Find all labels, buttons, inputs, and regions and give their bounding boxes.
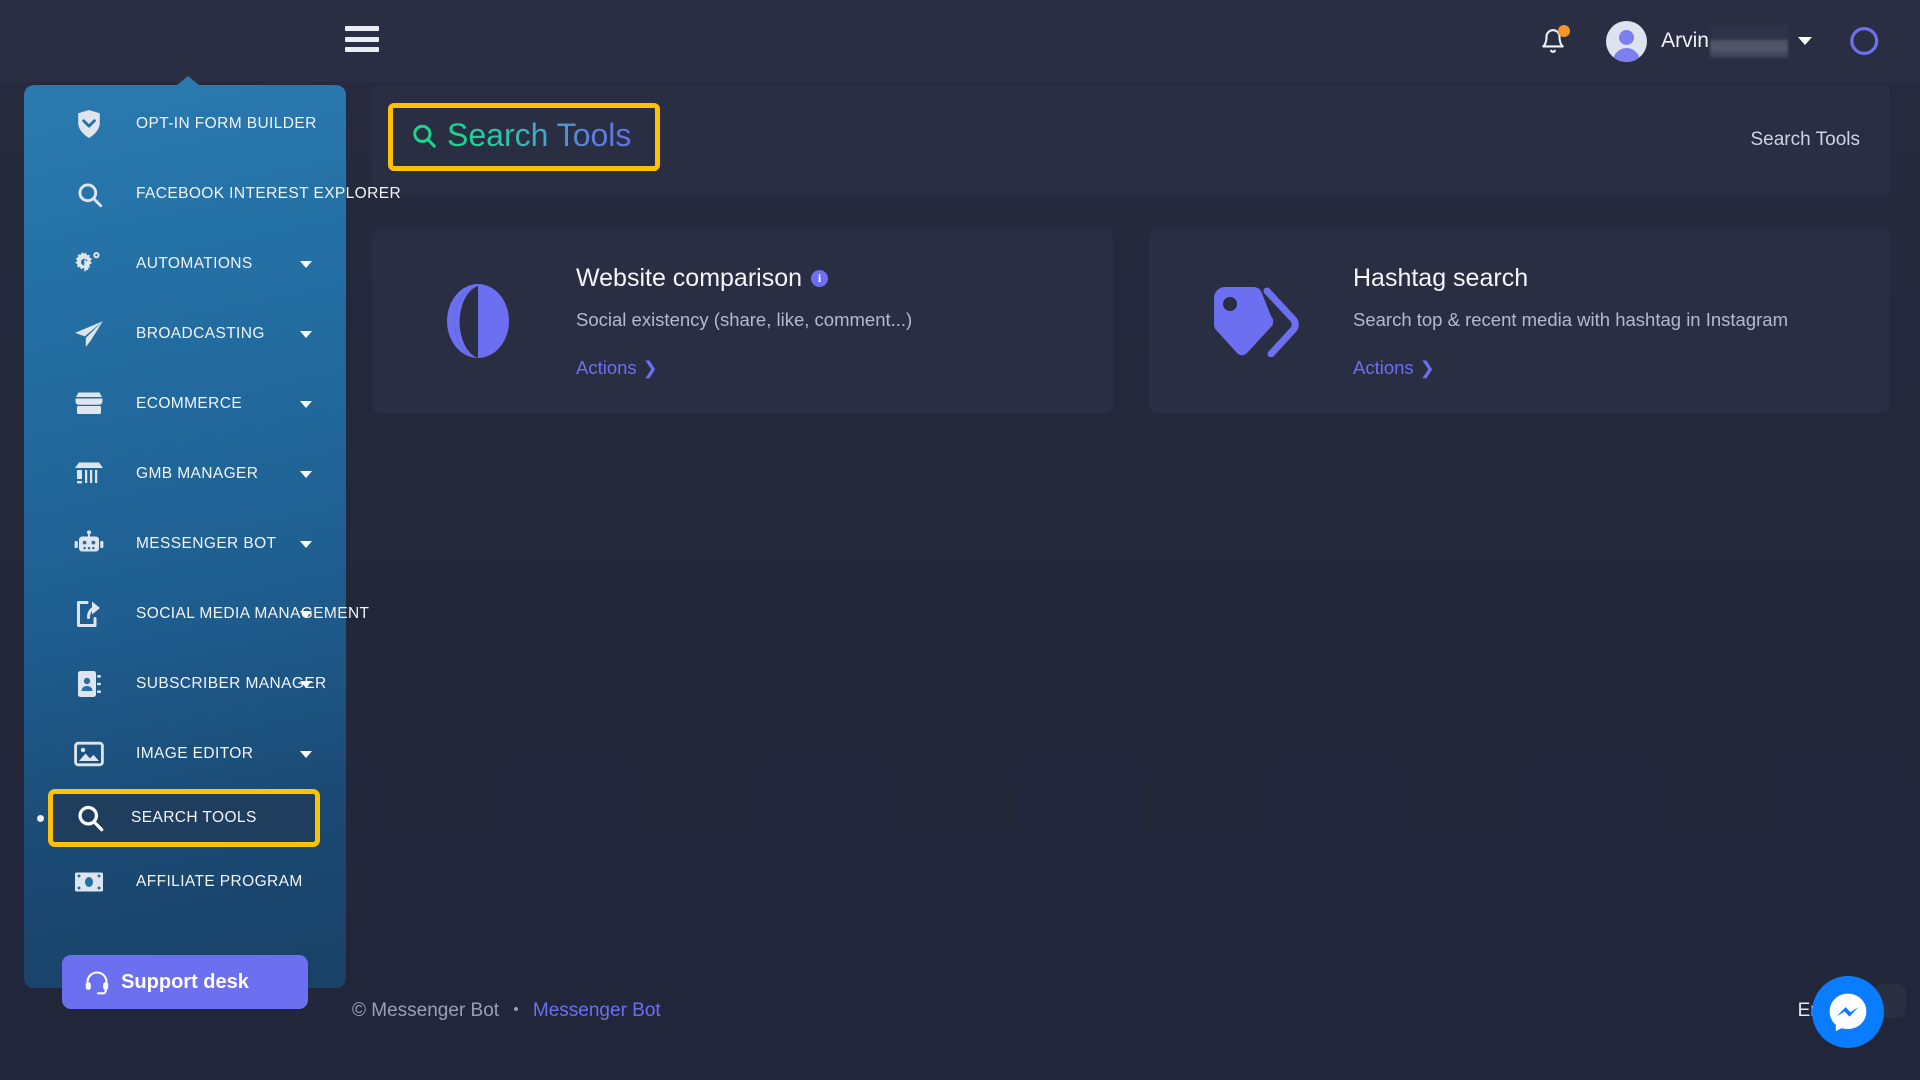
notification-dot <box>1558 25 1571 37</box>
card-actions-link[interactable]: Actions ❯ <box>1353 357 1435 379</box>
breadcrumb: Search Tools <box>1750 129 1861 150</box>
sidebar-item-label: AFFILIATE PROGRAM <box>136 873 303 890</box>
avatar[interactable] <box>1606 20 1648 62</box>
card-body: Hashtag search Search top & recent media… <box>1353 264 1788 379</box>
support-desk-button[interactable]: Support desk <box>62 955 308 1009</box>
footer-separator: • <box>513 1001 519 1018</box>
search-icon <box>411 123 437 149</box>
copyright-text: © Messenger Bot <box>352 1000 500 1021</box>
tool-card-website-comparison[interactable]: Website comparison i Social existency (s… <box>372 229 1113 413</box>
messenger-chat-button[interactable] <box>1812 976 1884 1048</box>
card-title-row: Website comparison i <box>576 264 912 293</box>
sidebar: OPT-IN FORM BUILDER FACEBOOK INTEREST EX… <box>24 76 401 1009</box>
active-indicator-dot <box>37 815 44 822</box>
sidebar-item-label: IMAGE EDITOR <box>136 745 254 762</box>
shop-icon <box>72 457 106 491</box>
sidebar-item-label: SEARCH TOOLS <box>131 809 257 826</box>
headset-icon <box>84 969 110 995</box>
sidebar-item-label: ECOMMERCE <box>136 395 243 412</box>
tool-card-list: Website comparison i Social existency (s… <box>372 229 1890 413</box>
sidebar-item-label: OPT-IN FORM BUILDER <box>136 115 317 132</box>
card-title: Website comparison <box>576 263 803 292</box>
sidebar-item-ecommerce[interactable]: ECOMMERCE <box>24 369 346 439</box>
page-header: Search Tools Search Tools <box>372 85 1890 195</box>
sidebar-item-search-tools[interactable]: SEARCH TOOLS <box>37 789 320 847</box>
chevron-down-icon[interactable] <box>300 261 312 268</box>
card-title: Hashtag search <box>1353 263 1529 292</box>
sidebar-item-social-media-management[interactable]: SOCIAL MEDIA MANAGEMENT <box>24 579 369 649</box>
money-bill-icon <box>72 865 106 899</box>
sidebar-item-label: FACEBOOK INTEREST EXPLORER <box>136 185 402 202</box>
gears-icon <box>72 247 106 281</box>
sidebar-item-label: MESSENGER BOT <box>136 535 277 552</box>
chevron-down-icon[interactable] <box>300 401 312 408</box>
chevron-down-icon[interactable] <box>300 611 312 618</box>
sidebar-item-automations[interactable]: AUTOMATIONS <box>24 229 346 299</box>
image-icon <box>72 737 106 771</box>
sidebar-item-affiliate-program[interactable]: AFFILIATE PROGRAM <box>24 847 346 917</box>
search-icon <box>72 177 106 211</box>
top-bar-right: Arvin <box>1530 0 1890 82</box>
sidebar-item-label: BROADCASTING <box>136 325 265 342</box>
support-desk-label: Support desk <box>121 970 249 993</box>
share-square-icon <box>72 597 106 631</box>
redacted-user-detail <box>1710 24 1788 58</box>
chevron-down-icon[interactable] <box>300 541 312 548</box>
paper-plane-icon <box>72 317 106 351</box>
sidebar-item-label: SOCIAL MEDIA MANAGEMENT <box>136 605 370 622</box>
sidebar-item-opt-in-form-builder[interactable]: OPT-IN FORM BUILDER <box>24 89 346 159</box>
info-icon[interactable]: i <box>811 269 829 287</box>
card-body: Website comparison i Social existency (s… <box>576 264 912 379</box>
card-actions-label: Actions <box>1353 356 1414 378</box>
shield-chevron-icon <box>72 107 106 141</box>
user-name: Arvin <box>1661 29 1709 52</box>
chevron-down-icon[interactable] <box>300 471 312 478</box>
sidebar-item-broadcasting[interactable]: BROADCASTING <box>24 299 346 369</box>
chevron-right-icon: ❯ <box>642 357 658 378</box>
page-title-highlight-box: Search Tools <box>388 103 661 171</box>
sidebar-item-messenger-bot[interactable]: MESSENGER BOT <box>24 509 346 579</box>
notifications-button[interactable] <box>1530 18 1576 64</box>
card-actions-link[interactable]: Actions ❯ <box>576 357 658 379</box>
card-description: Social existency (share, like, comment..… <box>576 308 913 330</box>
chevron-down-icon[interactable] <box>1798 37 1812 45</box>
main-content: Search Tools Search Tools Website compar… <box>372 85 1890 413</box>
half-circle-contrast-icon <box>428 282 528 360</box>
messenger-icon <box>1829 993 1867 1032</box>
page-title: Search Tools <box>447 117 632 153</box>
footer-brand-link[interactable]: Messenger Bot <box>533 1000 661 1021</box>
top-bar: Arvin <box>0 0 1920 82</box>
robot-icon <box>72 527 106 561</box>
hamburger-icon[interactable] <box>345 26 379 52</box>
sidebar-item-image-editor[interactable]: IMAGE EDITOR <box>24 719 346 789</box>
toggle-circles-icon[interactable] <box>1848 26 1890 56</box>
chevron-down-icon[interactable] <box>300 331 312 338</box>
app-root: Arvin OPT-IN FORM BUILDER FACEBOOK INTER… <box>0 0 1920 1080</box>
sidebar-item-facebook-interest-explorer[interactable]: FACEBOOK INTEREST EXPLORER <box>24 159 401 229</box>
support-desk-wrap: Support desk <box>24 917 346 1009</box>
sidebar-item-label: AUTOMATIONS <box>136 255 253 272</box>
footer-copyright: © Messenger Bot • Messenger Bot <box>352 1000 661 1022</box>
tags-icon <box>1205 285 1305 357</box>
sidebar-item-subscriber-manager[interactable]: SUBSCRIBER MANAGER <box>24 649 346 719</box>
sidebar-item-label: GMB MANAGER <box>136 465 259 482</box>
card-actions-label: Actions <box>576 356 637 378</box>
sidebar-nav: OPT-IN FORM BUILDER FACEBOOK INTEREST EX… <box>24 85 401 917</box>
chevron-down-icon[interactable] <box>300 751 312 758</box>
search-icon <box>75 801 105 835</box>
sidebar-item-label: SUBSCRIBER MANAGER <box>136 675 327 692</box>
chevron-down-icon[interactable] <box>300 681 312 688</box>
card-title-row: Hashtag search <box>1353 264 1788 293</box>
sidebar-item-gmb-manager[interactable]: GMB MANAGER <box>24 439 346 509</box>
card-description: Search top & recent media with hashtag i… <box>1353 308 1788 330</box>
address-book-icon <box>72 667 106 701</box>
storefront-icon <box>72 387 106 421</box>
chevron-right-icon: ❯ <box>1419 357 1435 378</box>
footer: © Messenger Bot • Messenger Bot English <box>352 1000 1880 1022</box>
tool-card-hashtag-search[interactable]: Hashtag search Search top & recent media… <box>1149 229 1890 413</box>
